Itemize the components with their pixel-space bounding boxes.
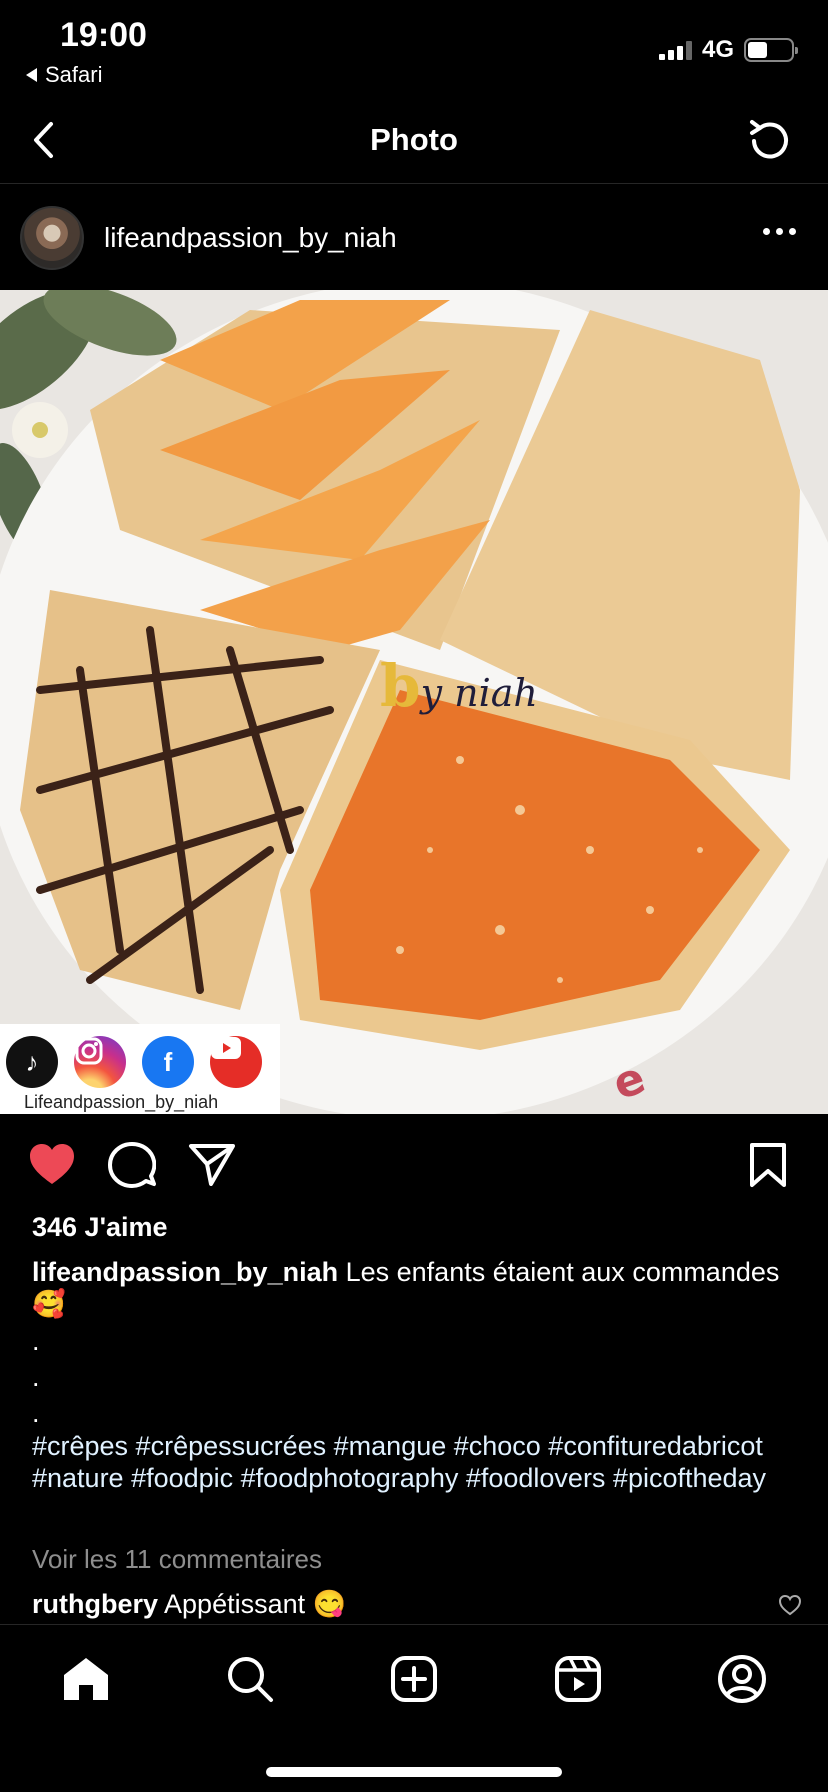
more-options-icon[interactable]	[763, 228, 796, 235]
comment-icon[interactable]	[108, 1142, 157, 1193]
youtube-icon	[210, 1036, 262, 1088]
back-to-safari[interactable]: Safari	[26, 62, 102, 88]
post-photo[interactable]: e by niah ♪ f Lifeandpassion_by_niah	[0, 290, 828, 1114]
view-comments-link[interactable]: Voir les 11 commentaires	[32, 1544, 322, 1575]
new-post-icon[interactable]	[386, 1651, 442, 1707]
social-handle: Lifeandpassion_by_niah	[24, 1092, 219, 1112]
share-icon[interactable]	[188, 1142, 236, 1191]
heart-filled-icon[interactable]	[28, 1142, 76, 1191]
bookmark-icon[interactable]	[748, 1142, 788, 1193]
home-indicator[interactable]	[266, 1767, 562, 1777]
caption-dot-2: .	[32, 1362, 40, 1392]
comment-username[interactable]: ruthgbery	[32, 1589, 158, 1619]
status-time: 19:00	[60, 16, 147, 54]
back-app-label: Safari	[45, 62, 103, 87]
home-icon[interactable]	[58, 1651, 114, 1707]
bottom-tab-bar	[0, 1624, 828, 1792]
status-indicators: 4G	[658, 36, 798, 64]
comment-row: ruthgbery Appétissant 😋	[32, 1588, 346, 1620]
caption-dot-1: .	[32, 1326, 40, 1356]
back-triangle-icon	[26, 68, 37, 82]
avatar[interactable]	[20, 206, 84, 270]
likes-count[interactable]: 346 J'aime	[32, 1212, 168, 1243]
status-bar: 19:00 Safari 4G	[0, 0, 828, 100]
page-title: Photo	[370, 122, 458, 157]
nav-header: Photo	[0, 100, 828, 184]
photo-watermark: by niah	[380, 652, 538, 720]
post-caption: lifeandpassion_by_niah Les enfants étaie…	[32, 1256, 802, 1320]
facebook-icon: f	[142, 1036, 194, 1088]
refresh-icon[interactable]	[744, 116, 794, 166]
caption-username[interactable]: lifeandpassion_by_niah	[32, 1257, 338, 1287]
post-actions	[0, 1114, 828, 1214]
tiktok-icon: ♪	[6, 1036, 58, 1088]
post-username[interactable]: lifeandpassion_by_niah	[104, 222, 397, 254]
reels-icon[interactable]	[550, 1651, 606, 1707]
instagram-icon	[74, 1036, 126, 1088]
battery-icon	[744, 38, 798, 62]
signal-icon	[658, 40, 692, 60]
comment-text: Appétissant 😋	[164, 1589, 347, 1619]
post-hashtags[interactable]: #crêpes #crêpessucrées #mangue #choco #c…	[32, 1430, 812, 1494]
network-type: 4G	[701, 36, 734, 63]
social-strip: ♪ f Lifeandpassion_by_niah	[0, 1024, 280, 1114]
search-icon[interactable]	[222, 1651, 278, 1707]
post-header: lifeandpassion_by_niah	[0, 184, 828, 290]
profile-icon[interactable]	[714, 1651, 770, 1707]
comment-heart-icon[interactable]	[778, 1594, 802, 1621]
caption-dot-3: .	[32, 1398, 40, 1428]
